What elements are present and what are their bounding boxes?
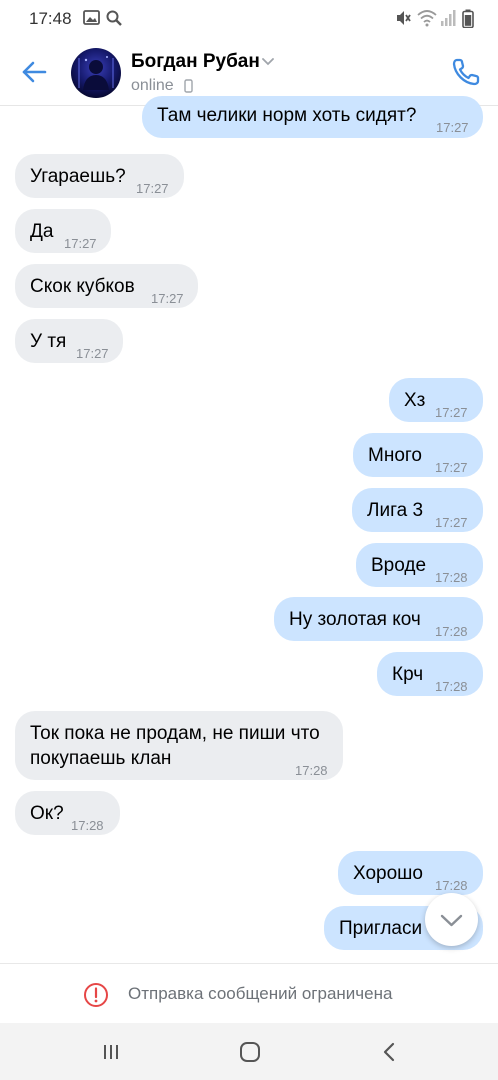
message-incoming[interactable]: Ток пока не продам, не пиши что покупаеш… bbox=[15, 711, 343, 780]
message-time: 17:27 bbox=[64, 236, 97, 251]
back-nav-button[interactable] bbox=[375, 1037, 405, 1067]
back-icon bbox=[383, 1042, 395, 1062]
status-bar: 17:48 bbox=[0, 0, 498, 38]
message-incoming[interactable]: Скок кубков 17:27 bbox=[15, 264, 198, 308]
message-outgoing[interactable]: Ну золотая коч 17:28 bbox=[274, 597, 483, 641]
message-text: Хорошо bbox=[353, 863, 423, 884]
message-time: 17:28 bbox=[435, 679, 468, 694]
contact-name[interactable]: Богдан Рубан bbox=[131, 51, 260, 73]
image-icon bbox=[83, 10, 100, 25]
restriction-bar: Отправка сообщений ограничена bbox=[0, 963, 498, 1023]
scroll-down-button[interactable] bbox=[425, 893, 478, 946]
avatar-image bbox=[78, 56, 114, 90]
message-incoming[interactable]: Да 17:27 bbox=[15, 209, 111, 253]
recent-apps-button[interactable] bbox=[96, 1037, 126, 1067]
message-outgoing[interactable]: Крч 17:28 bbox=[377, 652, 483, 696]
message-incoming[interactable]: У тя 17:27 bbox=[15, 319, 123, 363]
mobile-icon bbox=[184, 79, 193, 93]
phone-icon bbox=[452, 58, 480, 86]
battery-icon bbox=[462, 9, 474, 28]
message-outgoing[interactable]: Много 17:27 bbox=[353, 433, 483, 477]
message-time: 17:27 bbox=[435, 460, 468, 475]
message-time: 17:27 bbox=[435, 515, 468, 530]
message-outgoing[interactable]: Хз 17:27 bbox=[389, 378, 483, 422]
search-icon bbox=[106, 10, 122, 26]
message-text: У тя bbox=[30, 331, 67, 352]
message-outgoing[interactable]: Там челики норм хоть сидят? 17:27 bbox=[142, 96, 483, 138]
message-text: Хз bbox=[404, 390, 426, 411]
message-text: Ток пока не продам, не пиши что покупаеш… bbox=[30, 723, 320, 769]
message-text: Скок кубков bbox=[30, 276, 135, 297]
back-arrow-icon bbox=[22, 61, 47, 83]
message-time: 17:27 bbox=[436, 120, 469, 135]
message-text: Ок? bbox=[30, 803, 64, 824]
recent-apps-icon bbox=[104, 1045, 118, 1059]
back-button[interactable] bbox=[16, 54, 52, 90]
home-button[interactable] bbox=[235, 1037, 265, 1067]
message-text: Ну золотая коч bbox=[289, 609, 421, 630]
message-time: 17:28 bbox=[435, 624, 468, 639]
signal-icon bbox=[441, 10, 456, 26]
message-text: Лига 3 bbox=[367, 500, 424, 521]
message-outgoing[interactable]: Лига 3 17:27 bbox=[352, 488, 483, 532]
chevron-down-icon bbox=[440, 914, 463, 927]
message-time: 17:27 bbox=[136, 181, 169, 196]
message-incoming[interactable]: Ок? 17:28 bbox=[15, 791, 120, 835]
message-time: 17:27 bbox=[151, 291, 184, 306]
avatar[interactable] bbox=[71, 48, 121, 98]
message-text: Вроде bbox=[371, 555, 427, 576]
contact-status: online bbox=[131, 77, 174, 94]
message-incoming[interactable]: Угараешь? 17:27 bbox=[15, 154, 184, 198]
message-outgoing[interactable]: Хорошо 17:28 bbox=[338, 851, 483, 895]
message-time: 17:27 bbox=[435, 405, 468, 420]
restriction-text: Отправка сообщений ограничена bbox=[128, 984, 393, 1003]
warning-circle-icon bbox=[84, 983, 108, 1007]
message-text: Много bbox=[368, 445, 422, 466]
message-text: Пригласи bbox=[339, 918, 423, 939]
message-time: 17:28 bbox=[71, 818, 104, 833]
home-icon bbox=[240, 1042, 260, 1062]
message-time: 17:28 bbox=[435, 570, 468, 585]
mute-icon bbox=[397, 11, 411, 25]
status-time: 17:48 bbox=[29, 9, 72, 28]
message-time: 17:27 bbox=[76, 346, 109, 361]
message-text: Крч bbox=[392, 664, 424, 685]
message-time: 17:28 bbox=[295, 763, 328, 778]
message-text: Да bbox=[30, 221, 54, 242]
call-button[interactable] bbox=[446, 52, 486, 92]
message-text: Там челики норм хоть сидят? bbox=[157, 105, 417, 126]
wifi-icon bbox=[417, 10, 437, 27]
chevron-down-icon[interactable] bbox=[262, 58, 274, 66]
navigation-bar bbox=[0, 1023, 498, 1080]
message-outgoing[interactable]: Вроде 17:28 bbox=[356, 543, 483, 587]
message-text: Угараешь? bbox=[30, 166, 126, 187]
